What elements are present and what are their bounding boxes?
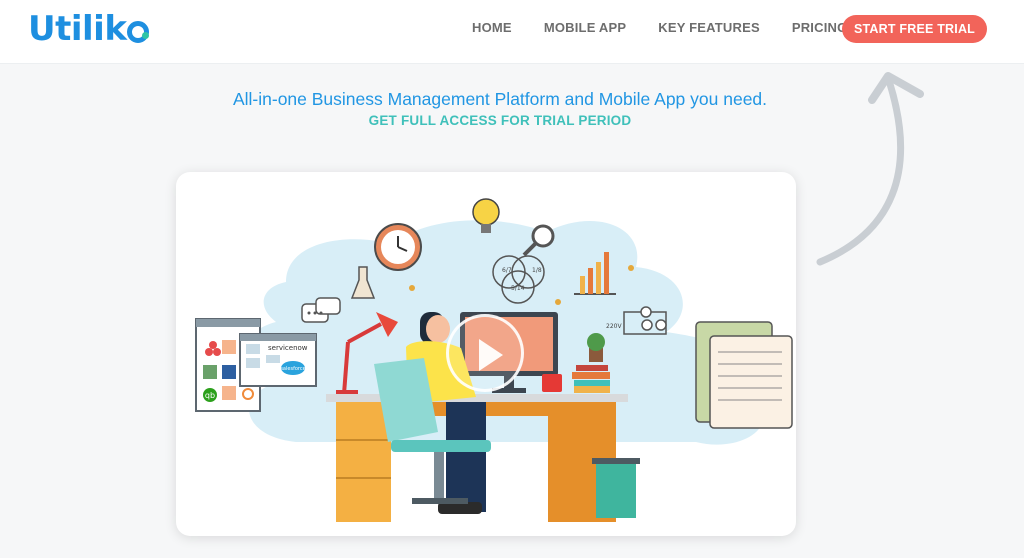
servicenow-panel: servicenow salesforce	[239, 333, 317, 387]
logo-o-icon	[127, 21, 150, 43]
salesforce-label: salesforce	[280, 366, 305, 372]
circuit-voltage-label: 220V	[606, 323, 622, 330]
venn-label-b: 1/8	[532, 267, 542, 274]
play-icon	[479, 339, 503, 371]
site-header: Utilik HOME MOBILE APP KEY FEATURES PRIC…	[0, 0, 1024, 64]
venn-label-a: 6/7	[502, 267, 512, 274]
nav-key-features[interactable]: KEY FEATURES	[658, 20, 760, 35]
folder-files-icon	[695, 321, 793, 429]
clock-icon	[374, 223, 422, 271]
hero-video-card[interactable]: qb servicenow salesforce 6/7 1/8 5/14 22…	[176, 172, 796, 536]
servicenow-label: servicenow	[268, 344, 308, 352]
plant-icon	[587, 333, 605, 362]
nav-home[interactable]: HOME	[472, 20, 512, 35]
books-icon	[572, 365, 610, 393]
curved-arrow-icon	[816, 72, 924, 266]
decor-dot	[555, 299, 561, 305]
utiliko-logo[interactable]: Utilik	[28, 9, 150, 49]
venn-label-c: 5/14	[511, 285, 525, 292]
start-free-trial-button[interactable]: START FREE TRIAL	[842, 15, 987, 43]
decor-dot	[628, 265, 634, 271]
nav-pricing[interactable]: PRICING	[792, 20, 848, 35]
nav-mobile-app[interactable]: MOBILE APP	[544, 20, 626, 35]
decor-dot	[409, 285, 415, 291]
trash-can-icon	[592, 458, 640, 518]
main-nav: HOME MOBILE APP KEY FEATURES PRICING	[472, 20, 879, 35]
mug-icon	[542, 374, 562, 392]
logo-text: Utilik	[28, 9, 127, 49]
qb-label: qb	[205, 391, 215, 400]
video-play-button[interactable]	[446, 314, 524, 392]
